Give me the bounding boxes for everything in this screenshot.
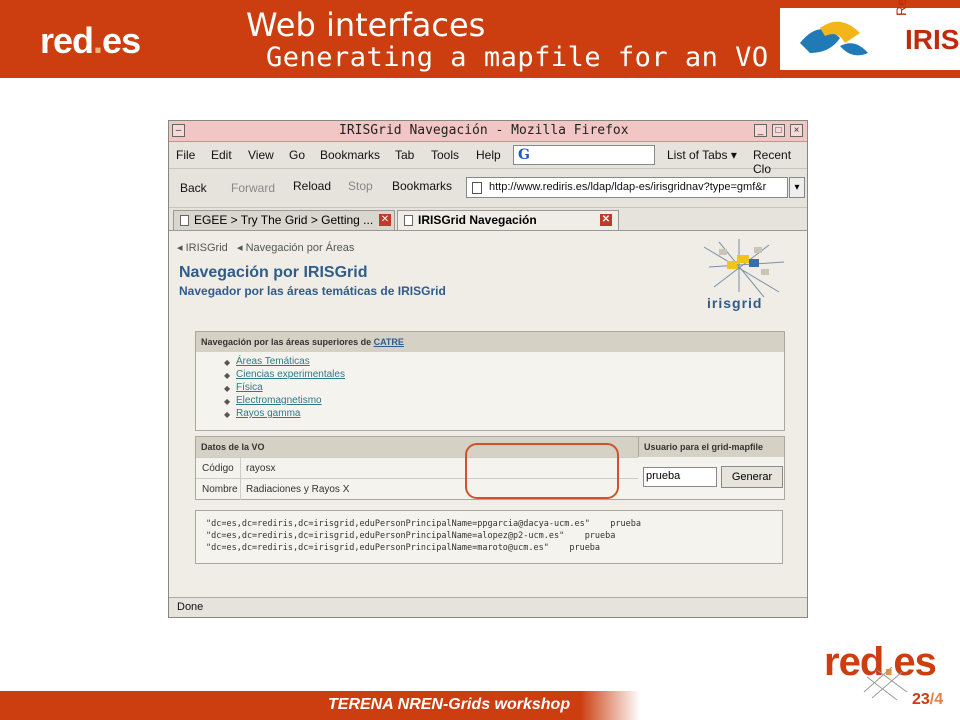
areas-panel: Navegación por las áreas superiores de C… [195, 331, 785, 431]
bullet-icon: ◆ [224, 358, 231, 367]
areas-panel-header: Navegación por las áreas superiores de C… [196, 332, 784, 352]
menu-bar: File Edit View Go Bookmarks Tab Tools He… [169, 142, 807, 176]
rediris-logo-iris: IRIS [905, 24, 960, 55]
area-link[interactable]: Ciencias experimentales [236, 369, 345, 380]
tab-strip: EGEE > Try The Grid > Getting ... ✕ IRIS… [169, 208, 807, 231]
url-history-dropdown[interactable]: ▾ [789, 177, 805, 198]
window-title: IRISGrid Navegación - Mozilla Firefox [339, 123, 629, 138]
tab-egee[interactable]: EGEE > Try The Grid > Getting ... ✕ [173, 210, 395, 230]
grid-mapfile-user-input[interactable]: prueba [643, 467, 717, 487]
menu-file[interactable]: File [176, 148, 195, 162]
menu-edit[interactable]: Edit [211, 148, 232, 162]
rediris-logo-left: red.es [40, 20, 141, 61]
menu-go[interactable]: Go [289, 148, 305, 162]
list-of-tabs-button[interactable]: List of Tabs ▾ [667, 148, 737, 162]
firefox-window: – IRISGrid Navegación - Mozilla Firefox … [168, 120, 808, 618]
close-window-button[interactable]: × [790, 124, 803, 137]
highlight-circle [465, 443, 619, 499]
menu-tab[interactable]: Tab [395, 148, 414, 162]
tab-irisgrid-label: IRISGrid Navegación [418, 213, 537, 227]
menu-help[interactable]: Help [476, 148, 501, 162]
row-label: Código [202, 463, 234, 474]
mapfile-line: "dc=es,dc=rediris,dc=irisgrid,eduPersonP… [206, 531, 616, 541]
bookmarks-button[interactable]: Bookmarks [392, 179, 452, 193]
stop-button[interactable]: Stop [348, 179, 373, 193]
area-link[interactable]: Física [236, 382, 263, 393]
user-header: Usuario para el grid-mapfile [638, 437, 784, 457]
generar-button[interactable]: Generar [721, 466, 783, 488]
reload-button[interactable]: Reload [293, 179, 331, 193]
window-menu-button[interactable]: – [172, 124, 185, 137]
slide-subtitle: Generating a mapfile for an VO [266, 42, 769, 73]
mapfile-output: "dc=es,dc=rediris,dc=irisgrid,eduPersonP… [195, 510, 783, 564]
page-content: ◂ IRISGrid ◂ Navegación por Áreas Navega… [169, 231, 807, 597]
irisgrid-emblem-icon [800, 21, 868, 56]
network-mesh-icon [863, 666, 908, 701]
status-bar: Done [169, 597, 807, 617]
tab-page-icon [404, 215, 413, 226]
row-label: Nombre [202, 484, 238, 495]
url-text: http://www.rediris.es/ldap/ldap-es/irisg… [489, 181, 767, 193]
tab-close-icon[interactable]: ✕ [379, 214, 391, 226]
background-watermark: red.es [10, 230, 150, 690]
window-titlebar: – IRISGrid Navegación - Mozilla Firefox … [169, 121, 807, 142]
page-icon [472, 182, 482, 194]
bullet-icon: ◆ [224, 410, 231, 419]
mapfile-line: "dc=es,dc=rediris,dc=irisgrid,eduPersonP… [206, 543, 601, 553]
bullet-icon: ◆ [224, 371, 231, 380]
page-subheading: Navegador por las áreas temáticas de IRI… [179, 284, 446, 298]
catre-link[interactable]: CATRE [374, 337, 404, 347]
bullet-icon: ◆ [224, 397, 231, 406]
row-value: Radiaciones y Rayos X [246, 484, 350, 495]
menu-view[interactable]: View [248, 148, 274, 162]
bullet-icon: ◆ [224, 384, 231, 393]
navigation-toolbar: Back Forward Reload Stop Bookmarks http:… [169, 169, 807, 208]
minimize-button[interactable]: _ [754, 124, 767, 137]
breadcrumb-navegacion[interactable]: ◂ Navegación por Áreas [237, 241, 354, 254]
slide-title: Web interfaces [246, 6, 486, 44]
footer-fade [580, 691, 640, 720]
menu-bookmarks[interactable]: Bookmarks [320, 148, 380, 162]
google-icon: G [518, 147, 530, 163]
area-link[interactable]: Áreas Temáticas [236, 356, 310, 367]
search-box[interactable]: G [513, 145, 655, 165]
row-value: rayosx [246, 463, 276, 474]
tab-page-icon [180, 215, 189, 226]
tab-irisgrid[interactable]: IRISGrid Navegación ✕ [397, 210, 619, 230]
mapfile-line: "dc=es,dc=rediris,dc=irisgrid,eduPersonP… [206, 519, 641, 529]
footer-text: TERENA NREN-Grids workshop [328, 696, 571, 713]
tab-close-icon[interactable]: ✕ [600, 214, 612, 226]
breadcrumb-irisgrid[interactable]: ◂ IRISGrid [177, 241, 228, 254]
url-bar[interactable]: http://www.rediris.es/ldap/ldap-es/irisg… [466, 177, 788, 198]
forward-button[interactable]: Forward [231, 181, 275, 195]
rediris-logo-red: Red [893, 0, 909, 16]
tab-egee-label: EGEE > Try The Grid > Getting ... [194, 213, 374, 227]
back-button[interactable]: Back [180, 181, 207, 195]
status-text: Done [177, 601, 204, 613]
page-heading: Navegación por IRISGrid [179, 264, 368, 281]
area-link[interactable]: Electromagnetismo [236, 395, 322, 406]
irisgrid-logo-text: irisgrid [707, 295, 763, 311]
page-number: 23/4 [912, 691, 944, 708]
menu-tools[interactable]: Tools [431, 148, 459, 162]
maximize-button[interactable]: □ [772, 124, 785, 137]
area-link[interactable]: Rayos gamma [236, 408, 300, 419]
